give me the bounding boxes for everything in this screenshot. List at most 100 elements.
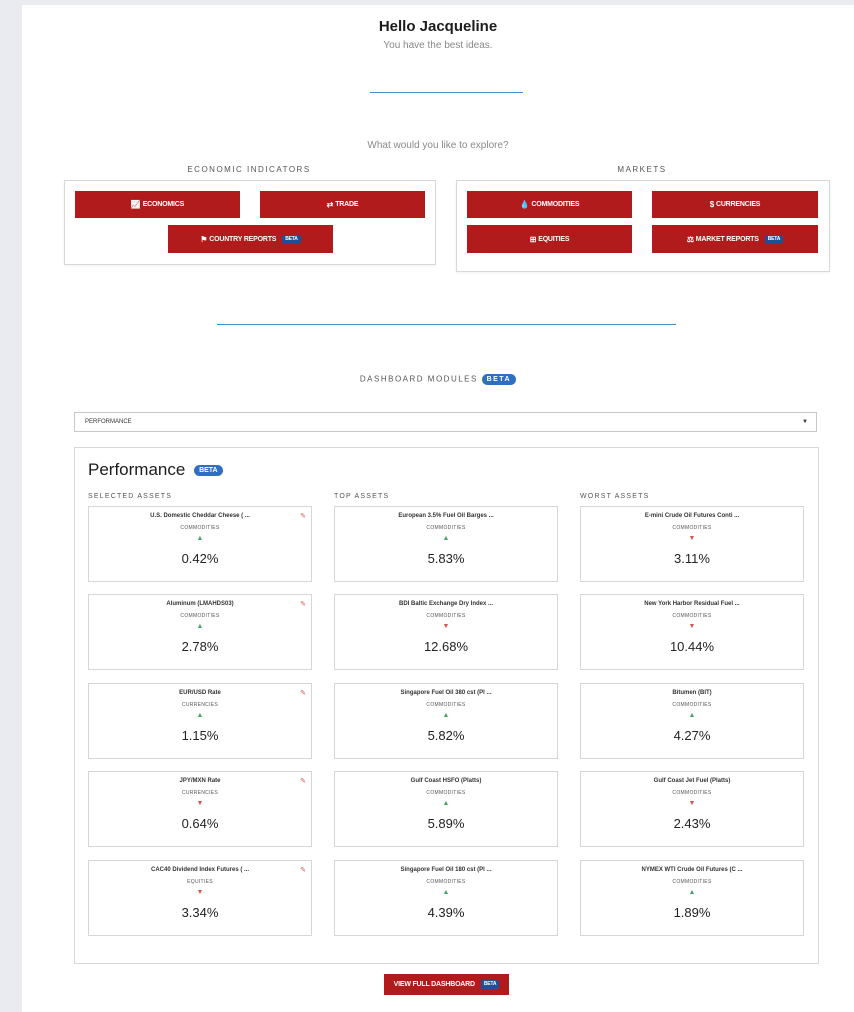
arrow-down-icon: ▼: [688, 800, 696, 807]
asset-change-value: 5.89%: [427, 816, 465, 831]
asset-card[interactable]: Bitumen (BIT) COMMODITIES ▲ 4.27%: [580, 683, 804, 759]
performance-title-text: Performance: [88, 460, 186, 479]
view-full-dashboard-button[interactable]: VIEW FULL DASHBOARD BETA: [384, 974, 509, 995]
arrow-down-icon: ▼: [196, 889, 204, 896]
arrow-up-icon: ▲: [442, 535, 450, 542]
caret-down-icon: ▼: [802, 419, 808, 425]
asset-card[interactable]: CAC40 Dividend Index Futures ( ... EQUITI…: [88, 860, 312, 936]
asset-category: COMMODITIES: [672, 525, 712, 531]
asset-card[interactable]: E-mini Crude Oil Futures Conti ... COMMOD…: [580, 506, 804, 582]
asset-change-value: 4.27%: [673, 728, 711, 743]
market-reports-label: MARKET REPORTS: [695, 235, 759, 243]
asset-category: COMMODITIES: [180, 525, 220, 531]
asset-name: BDI Baltic Exchange Dry Index ...: [398, 601, 494, 607]
performance-panel: Performance BETA SELECTED ASSETS U.S. Dom…: [74, 447, 819, 964]
asset-change-value: 10.44%: [669, 639, 715, 654]
arrow-up-icon: ▲: [442, 712, 450, 719]
asset-change-value: 3.11%: [674, 551, 710, 566]
economics-label: ECONOMICS: [142, 201, 185, 208]
greeting-subtitle: You have the best ideas.: [383, 40, 493, 51]
asset-card[interactable]: U.S. Domestic Cheddar Cheese ( ... COMMOD…: [88, 506, 312, 582]
commodities-label: COMMODITIES: [531, 201, 580, 208]
arrow-up-icon: ▲: [688, 712, 696, 719]
beta-badge: BETA: [194, 465, 223, 477]
asset-card[interactable]: European 3.5% Fuel Oil Barges ... COMMODI…: [334, 506, 558, 582]
economics-button[interactable]: 📈 ECONOMICS: [75, 191, 240, 218]
asset-category: COMMODITIES: [180, 613, 220, 619]
beta-badge: BETA: [282, 234, 301, 244]
beta-badge: BETA: [764, 234, 784, 244]
equities-button[interactable]: ⊞ EQUITIES: [467, 225, 632, 253]
asset-category: COMMODITIES: [426, 613, 466, 619]
asset-card[interactable]: NYMEX WTI Crude Oil Futures (C ... COMMOD…: [580, 860, 804, 936]
view-full-dashboard-label: VIEW FULL DASHBOARD: [393, 981, 475, 988]
asset-card[interactable]: JPY/MXN Rate CURRENCIES ▼ 0.64% ✎: [88, 771, 312, 847]
drop-icon: 💧: [519, 200, 530, 209]
asset-card[interactable]: EUR/USD Rate CURRENCIES ▲ 1.15% ✎: [88, 683, 312, 759]
asset-category: CURRENCIES: [181, 702, 219, 708]
trade-label: TRADE: [335, 201, 359, 208]
dashboard-modules-label: DASHBOARD MODULES: [359, 374, 478, 384]
asset-card[interactable]: Singapore Fuel Oil 380 cst (Pl ... COMMOD…: [334, 683, 558, 759]
pencil-icon[interactable]: ✎: [300, 777, 306, 785]
asset-card[interactable]: Gulf Coast HSFO (Platts) COMMODITIES ▲ 5.89…: [334, 771, 558, 847]
asset-category: COMMODITIES: [672, 790, 712, 796]
asset-category: COMMODITIES: [672, 879, 712, 885]
trade-button[interactable]: ⇄ TRADE: [260, 191, 425, 218]
commodities-button[interactable]: 💧 COMMODITIES: [467, 191, 632, 218]
asset-name: Bitumen (BIT): [672, 690, 712, 696]
arrow-down-icon: ▼: [688, 535, 696, 542]
asset-name: CAC40 Dividend Index Futures ( ...: [150, 867, 249, 873]
scale-icon: ⚖: [686, 234, 694, 244]
divider: [370, 92, 523, 93]
asset-card[interactable]: New York Harbor Residual Fuel ... COMMODI…: [580, 594, 804, 670]
asset-change-value: 0.42%: [181, 551, 219, 566]
asset-change-value: 5.83%: [427, 551, 465, 566]
asset-card[interactable]: Aluminum (LMAHDS03) COMMODITIES ▲ 2.78% ✎: [88, 594, 312, 670]
flag-icon: ⚑: [200, 234, 208, 244]
pencil-icon[interactable]: ✎: [300, 600, 306, 608]
pencil-icon[interactable]: ✎: [300, 512, 306, 520]
markets-box: 💧 COMMODITIES $ CURRENCIES ⊞ EQUITIES ⚖ …: [456, 180, 830, 272]
asset-category: COMMODITIES: [426, 879, 466, 885]
asset-category: COMMODITIES: [426, 525, 466, 531]
asset-category: COMMODITIES: [672, 702, 712, 708]
asset-card[interactable]: Singapore Fuel Oil 180 cst (Pl ... COMMOD…: [334, 860, 558, 936]
module-select-value: PERFORMANCE: [85, 419, 132, 425]
market-reports-button[interactable]: ⚖ MARKET REPORTS BETA: [652, 225, 818, 253]
dollar-icon: $: [709, 200, 714, 209]
module-select[interactable]: PERFORMANCE ▼: [74, 412, 817, 432]
asset-name: JPY/MXN Rate: [179, 778, 221, 784]
equities-label: EQUITIES: [538, 235, 570, 243]
asset-name: European 3.5% Fuel Oil Barges ...: [398, 513, 494, 519]
asset-change-value: 2.78%: [181, 639, 219, 654]
asset-change-value: 4.39%: [427, 905, 465, 920]
asset-change-value: 5.82%: [427, 728, 465, 743]
asset-category: COMMODITIES: [672, 613, 712, 619]
arrow-up-icon: ▲: [442, 800, 450, 807]
pencil-icon[interactable]: ✎: [300, 866, 306, 874]
currencies-button[interactable]: $ CURRENCIES: [652, 191, 818, 218]
asset-change-value: 1.89%: [673, 905, 711, 920]
asset-change-value: 1.15%: [181, 728, 219, 743]
asset-card[interactable]: BDI Baltic Exchange Dry Index ... COMMODI…: [334, 594, 558, 670]
country-reports-button[interactable]: ⚑ COUNTRY REPORTS BETA: [168, 225, 333, 253]
asset-change-value: 0.64%: [181, 816, 219, 831]
country-reports-label: COUNTRY REPORTS: [209, 235, 277, 243]
asset-change-value: 12.68%: [423, 639, 469, 654]
arrow-down-icon: ▼: [196, 800, 204, 807]
arrow-up-icon: ▲: [442, 889, 450, 896]
column-heading: SELECTED ASSETS: [88, 493, 173, 500]
greeting-title: Hello Jacqueline: [378, 18, 498, 35]
asset-card[interactable]: Gulf Coast Jet Fuel (Platts) COMMODITIES ▼…: [580, 771, 804, 847]
arrow-down-icon: ▼: [442, 623, 450, 630]
pencil-icon[interactable]: ✎: [300, 689, 306, 697]
performance-title: Performance BETA: [88, 460, 223, 480]
building-icon: ⊞: [529, 234, 537, 244]
exchange-icon: ⇄: [326, 200, 334, 209]
economic-indicators-heading: ECONOMIC INDICATORS: [187, 165, 311, 174]
asset-name: E-mini Crude Oil Futures Conti ...: [644, 513, 740, 519]
asset-category: COMMODITIES: [426, 702, 466, 708]
divider: [217, 324, 676, 325]
markets-heading: MARKETS: [617, 165, 667, 174]
